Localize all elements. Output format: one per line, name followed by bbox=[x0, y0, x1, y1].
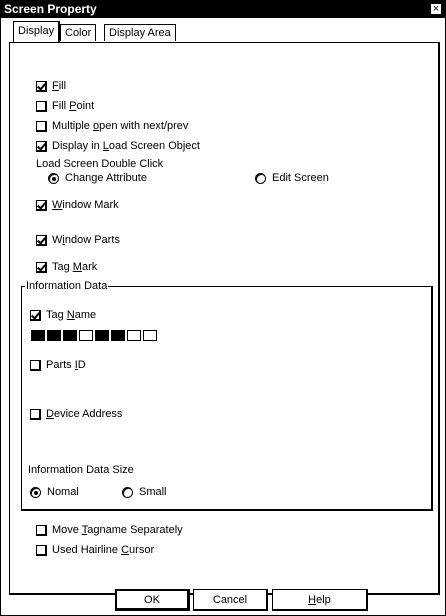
window-mark-checkbox[interactable]: Window Mark bbox=[36, 198, 119, 212]
tag-mark-check-box[interactable] bbox=[36, 261, 47, 273]
tag-name-check-box[interactable] bbox=[30, 309, 41, 321]
display-in-load-check-box[interactable] bbox=[36, 140, 47, 152]
information-data-size-label: Information Data Size bbox=[28, 464, 134, 476]
screen-property-dialog: Screen Property × Display Color Display … bbox=[0, 0, 446, 616]
tag-mark-label: Tag Mark bbox=[52, 261, 98, 273]
close-icon: × bbox=[432, 3, 440, 15]
normal-size-radio-button[interactable] bbox=[30, 486, 41, 498]
window-title: Screen Property bbox=[4, 2, 97, 16]
edit-screen-radio[interactable]: Edit Screen bbox=[255, 171, 329, 185]
window-mark-check-box[interactable] bbox=[36, 199, 47, 211]
multiple-open-label: Multiple open with next/prev bbox=[52, 120, 189, 132]
tab-display[interactable]: Display bbox=[13, 21, 61, 42]
window-mark-label: Window Mark bbox=[52, 199, 119, 211]
swatch-3[interactable] bbox=[63, 330, 77, 341]
parts-id-checkbox[interactable]: Parts ID bbox=[30, 358, 86, 372]
swatch-4[interactable] bbox=[79, 330, 93, 341]
ok-button[interactable]: OK bbox=[115, 589, 190, 611]
load-screen-double-click-label: Load Screen Double Click bbox=[36, 158, 164, 170]
change-attribute-radio-button[interactable] bbox=[48, 172, 59, 184]
information-data-title: Information Data bbox=[25, 279, 109, 293]
help-button[interactable]: Help bbox=[272, 589, 368, 611]
window-parts-check-box[interactable] bbox=[36, 234, 47, 246]
swatch-8[interactable] bbox=[143, 330, 157, 341]
fill-checkbox[interactable]: Fill bbox=[36, 79, 66, 93]
normal-size-label: Nomal bbox=[47, 486, 79, 498]
hairline-cursor-checkbox[interactable]: Used Hairline Cursor bbox=[36, 543, 154, 557]
move-tagname-label: Move Tagname Separately bbox=[52, 524, 183, 536]
small-size-radio-button[interactable] bbox=[122, 486, 133, 498]
title-bar: Screen Property × bbox=[1, 1, 445, 18]
hairline-cursor-check-box[interactable] bbox=[36, 544, 47, 556]
change-attribute-radio[interactable]: Change Attribute bbox=[48, 171, 147, 185]
small-size-radio[interactable]: Small bbox=[122, 485, 167, 499]
parts-id-label: Parts ID bbox=[46, 359, 86, 371]
tag-color-swatches bbox=[31, 330, 159, 341]
information-data-group: Information Data Tag Name Parts ID Devic… bbox=[21, 279, 433, 511]
multiple-open-checkbox[interactable]: Multiple open with next/prev bbox=[36, 119, 188, 133]
small-size-label: Small bbox=[139, 486, 167, 498]
swatch-1[interactable] bbox=[31, 330, 45, 341]
fill-label: Fill bbox=[52, 80, 67, 92]
normal-size-radio[interactable]: Nomal bbox=[30, 485, 79, 499]
swatch-7[interactable] bbox=[127, 330, 141, 341]
fill-point-label: Fill Point bbox=[52, 100, 95, 112]
tag-mark-checkbox[interactable]: Tag Mark bbox=[36, 260, 97, 274]
move-tagname-checkbox[interactable]: Move Tagname Separately bbox=[36, 523, 183, 537]
device-address-checkbox[interactable]: Device Address bbox=[30, 407, 122, 421]
tag-name-checkbox[interactable]: Tag Name bbox=[30, 308, 96, 322]
display-in-load-label: Display in Load Screen Object bbox=[52, 140, 200, 152]
move-tagname-check-box[interactable] bbox=[36, 524, 47, 536]
fill-point-checkbox[interactable]: Fill Point bbox=[36, 99, 94, 113]
window-parts-label: Window Parts bbox=[52, 234, 120, 246]
tab-color[interactable]: Color bbox=[60, 24, 97, 41]
hairline-cursor-label: Used Hairline Cursor bbox=[52, 544, 155, 556]
cancel-button[interactable]: Cancel bbox=[193, 589, 268, 611]
tag-name-label: Tag Name bbox=[46, 309, 97, 321]
display-in-load-checkbox[interactable]: Display in Load Screen Object bbox=[36, 139, 200, 153]
swatch-2[interactable] bbox=[47, 330, 61, 341]
window-parts-checkbox[interactable]: Window Parts bbox=[36, 233, 120, 247]
device-address-label: Device Address bbox=[46, 408, 123, 420]
edit-screen-label: Edit Screen bbox=[272, 172, 329, 184]
swatch-5[interactable] bbox=[95, 330, 109, 341]
edit-screen-radio-button[interactable] bbox=[255, 172, 266, 184]
parts-id-check-box[interactable] bbox=[30, 359, 41, 371]
multiple-open-check-box[interactable] bbox=[36, 120, 47, 132]
fill-check-box[interactable] bbox=[36, 80, 47, 92]
swatch-6[interactable] bbox=[111, 330, 125, 341]
close-button[interactable]: × bbox=[430, 3, 442, 15]
fill-point-check-box[interactable] bbox=[36, 100, 47, 112]
device-address-check-box[interactable] bbox=[30, 408, 41, 420]
change-attribute-label: Change Attribute bbox=[65, 172, 147, 184]
tab-display-area[interactable]: Display Area bbox=[104, 24, 176, 41]
display-panel: Fill Fill Point Multiple open with next/… bbox=[9, 42, 440, 595]
